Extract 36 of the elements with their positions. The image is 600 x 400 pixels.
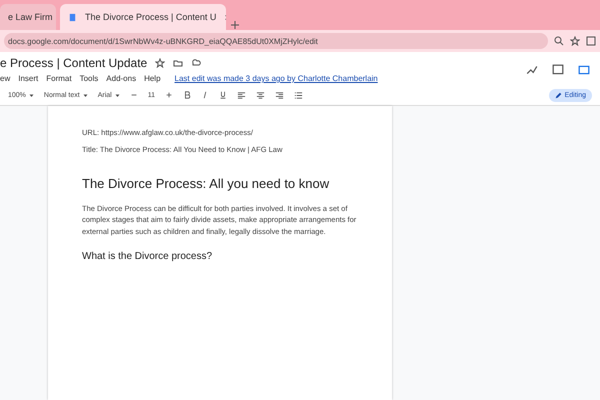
present-icon[interactable] [578,64,590,76]
menu-item[interactable]: Insert [18,74,38,83]
bold-icon[interactable] [183,91,191,99]
underline-icon[interactable] [219,91,227,99]
folder-icon[interactable] [173,58,184,68]
new-tab-icon[interactable] [230,20,240,30]
list-icon[interactable] [294,90,303,100]
caret-icon [114,92,120,98]
menu-item[interactable]: Add-ons [106,74,136,83]
plus-icon[interactable] [165,91,173,99]
menu-item[interactable]: Tools [80,74,98,83]
last-edit-link[interactable]: Last edit was made 3 days ago by Charlotte Chamberlain [174,74,378,83]
browser-tab[interactable]: e Law Firm [0,4,56,30]
docs-icon[interactable] [68,12,77,22]
address-bar[interactable]: docs.google.com/document/d/1SwrNbWv4z-uBNKGRD_eiaQQAE85dUt0XMjZHylc/edit [4,33,548,49]
comment-icon[interactable] [552,64,564,76]
section-heading: What is the Divorce process? [82,250,214,262]
cloud-icon[interactable] [191,58,202,68]
menu-item[interactable]: ew [0,74,10,83]
document-heading: The Divorce Process: All you need to know [82,176,330,191]
search-icon[interactable] [554,36,564,46]
trend-icon[interactable] [526,64,538,76]
star-icon[interactable] [155,58,166,68]
align-center-icon[interactable] [256,90,265,100]
align-left-icon[interactable] [237,90,246,100]
italic-icon[interactable] [201,91,209,99]
document-title[interactable]: e Process | Content Update [0,56,148,70]
star-icon[interactable] [570,36,580,46]
caret-icon [82,92,88,98]
browser-tab[interactable]: The Divorce Process | Content U [60,4,226,30]
align-right-icon[interactable] [275,90,284,100]
caret-icon [28,92,34,98]
menu-item[interactable]: Format [46,74,72,83]
extension-icon[interactable] [586,36,596,46]
pencil-icon [554,92,562,98]
menu-item[interactable]: Help [144,74,161,83]
